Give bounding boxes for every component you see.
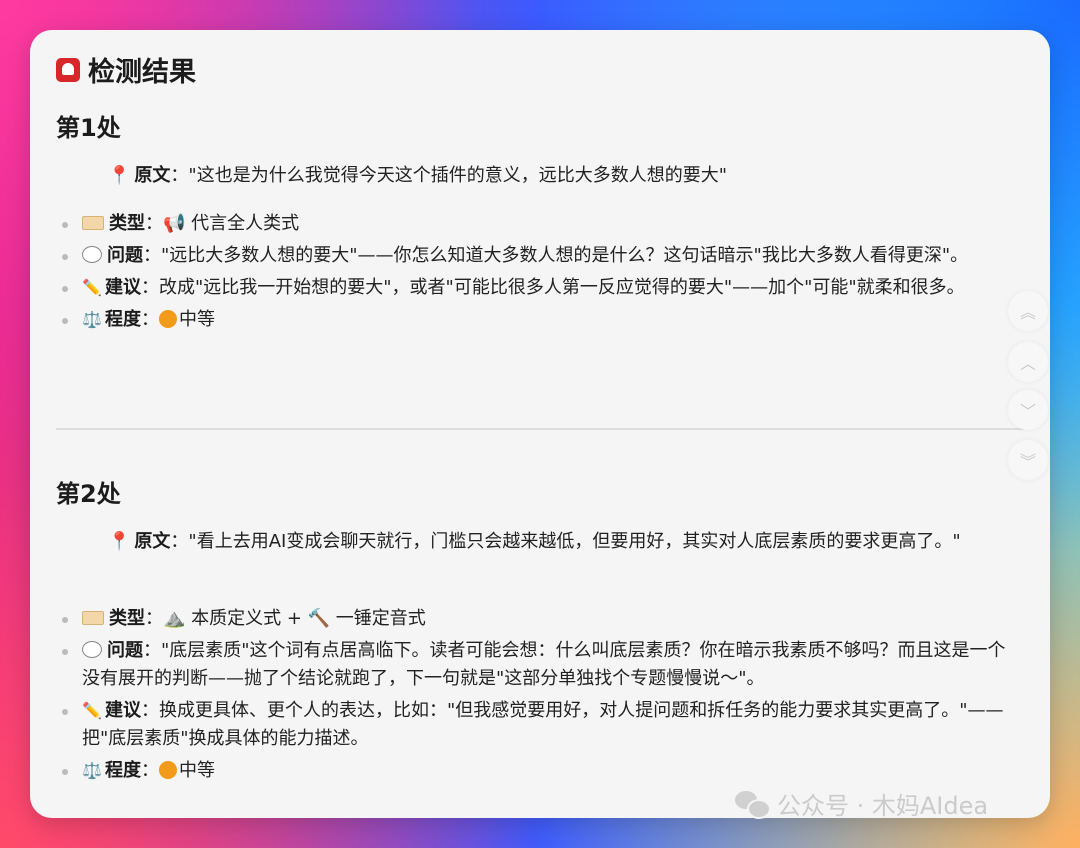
scale-icon: ⚖️ [82,761,102,780]
original-text: ："这也是为什么我觉得今天这个插件的意义，远比大多数人想的要大" [170,165,727,186]
problem-text: ："远比大多数人想的要大"——你怎么知道大多数人想的是什么？这句话暗示"我比大多… [143,245,969,266]
speech-bubble-icon [82,641,102,658]
scale-icon: ⚖️ [82,310,102,329]
type-text: ：📢 代言全人类式 [145,213,300,234]
type-text: ：⛰️ 本质定义式 + 🔨 一锤定音式 [145,608,426,629]
original-label: 原文 [134,165,171,186]
page-title-text: 检测结果 [88,57,196,88]
watermark: 公众号 · 木妈AIdea [735,786,988,821]
level-text: 中等 [179,760,215,781]
suggestion-text: ：改成"远比我一开始想的要大"，或者"可能比很多人第一反应觉得的要大"——加个"… [141,277,965,298]
result-card: 检测结果 第1处 📍 原文："这也是为什么我觉得今天这个插件的意义，远比大多数人想… [30,30,1050,818]
scroll-down-button[interactable]: ﹀ [1008,390,1048,430]
scroll-up-button[interactable]: ︿ [1008,342,1048,382]
list-item: 问题："底层素质"这个词有点居高临下。读者可能会想：什么叫底层素质？你在暗示我素… [60,637,1010,693]
section-divider [56,428,1024,430]
level-label: 程度 [105,309,141,330]
section-heading-2: 第2处 [56,480,121,508]
speech-bubble-icon [82,246,102,263]
pin-icon: 📍 [108,165,131,186]
level-label: 程度 [105,760,141,781]
suggestion-label: 建议 [105,700,141,721]
suggestion-text: ：换成更具体、更个人的表达，比如："但我感觉要用好，对人提问题和拆任务的能力要求… [82,700,1004,749]
type-label: 类型 [109,213,145,234]
list-item: 类型：📢 代言全人类式 [60,210,1010,238]
list-item: ⚖️ 程度： 中等 [60,757,1010,785]
issue-list-2: 类型：⛰️ 本质定义式 + 🔨 一锤定音式 问题："底层素质"这个词有点居高临下… [60,605,1010,789]
list-item: ✏️ 建议：换成更具体、更个人的表达，比如："但我感觉要用好，对人提问题和拆任务的… [60,697,1010,753]
original-label: 原文 [134,531,171,552]
page-title: 检测结果 [56,50,196,89]
scroll-to-bottom-button[interactable]: ︾ [1008,440,1048,480]
problem-label: 问题 [107,245,143,266]
problem-label: 问题 [107,640,143,661]
double-chevron-up-icon: ︽ [1019,303,1036,322]
chevron-down-icon: ﹀ [1019,402,1036,421]
pencil-icon: ✏️ [82,278,102,297]
problem-text: ："底层素质"这个词有点居高临下。读者可能会想：什么叫底层素质？你在暗示我素质不… [82,640,1006,689]
orange-circle-icon [159,761,177,779]
original-quote-1: 📍 原文："这也是为什么我觉得今天这个插件的意义，远比大多数人想的要大" [108,161,988,191]
issue-list-1: 类型：📢 代言全人类式 问题："远比大多数人想的要大"——你怎么知道大多数人想的… [60,210,1010,338]
original-text: ："看上去用AI变成会聊天就行，门槛只会越来越低，但要用好，其实对人底层素质的要… [170,531,961,552]
siren-icon [56,57,80,82]
list-item: ✏️ 建议：改成"远比我一开始想的要大"，或者"可能比很多人第一反应觉得的要大"—… [60,274,1010,302]
orange-circle-icon [159,310,177,328]
list-item: ⚖️ 程度： 中等 [60,306,1010,334]
pin-icon: 📍 [108,531,131,552]
list-item: 问题："远比大多数人想的要大"——你怎么知道大多数人想的是什么？这句话暗示"我比… [60,242,1010,270]
level-text: 中等 [179,309,215,330]
ticket-icon [82,216,104,230]
wechat-icon [735,790,771,819]
suggestion-label: 建议 [105,277,141,298]
double-chevron-down-icon: ︾ [1019,452,1036,471]
watermark-text: 公众号 · 木妈AIdea [777,792,989,820]
scroll-to-top-button[interactable]: ︽ [1008,291,1048,331]
ticket-icon [82,611,104,625]
section-heading-1: 第1处 [56,114,121,142]
original-quote-2: 📍 原文："看上去用AI变成会聊天就行，门槛只会越来越低，但要用好，其实对人底层素… [108,527,988,557]
chevron-up-icon: ︿ [1019,354,1036,373]
list-item: 类型：⛰️ 本质定义式 + 🔨 一锤定音式 [60,605,1010,633]
pencil-icon: ✏️ [82,701,102,720]
type-label: 类型 [109,608,145,629]
